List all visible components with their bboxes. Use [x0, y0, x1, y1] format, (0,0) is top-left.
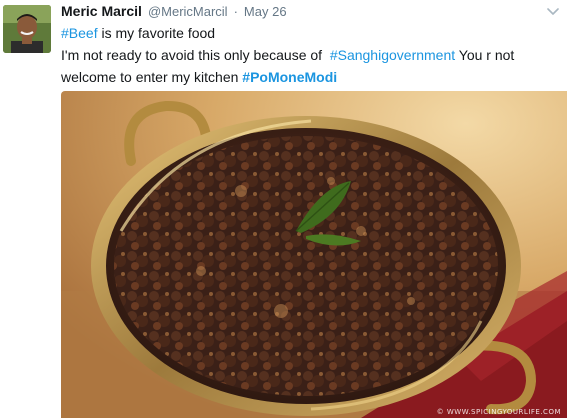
- hashtag-pomonemodi[interactable]: #PoMoneModi: [242, 69, 337, 85]
- tweet-header: Meric Marcil @MericMarcil · May 26: [61, 3, 287, 21]
- text-fragment: welcome to enter my kitchen: [61, 69, 243, 85]
- tweet-timestamp[interactable]: May 26: [244, 4, 287, 19]
- tweet-card: Meric Marcil @MericMarcil · May 26 #Beef…: [0, 0, 567, 418]
- text-fragment: is my favorite food: [97, 25, 216, 41]
- author-handle[interactable]: @MericMarcil: [148, 4, 228, 19]
- tweet-media-image[interactable]: © WWW.SPICINGYOURLIFE.COM: [61, 91, 567, 418]
- hashtag-sanghigovernment[interactable]: #Sanghigovernment: [330, 47, 455, 63]
- text-fragment: You r not: [455, 47, 515, 63]
- author-name[interactable]: Meric Marcil: [61, 3, 142, 19]
- tweet-text-line-3: welcome to enter my kitchen #PoMoneModi: [61, 66, 541, 88]
- tweet-text: #Beef is my favorite food I'm not ready …: [61, 22, 541, 88]
- food-photo: [61, 91, 567, 418]
- avatar[interactable]: [3, 5, 51, 53]
- chevron-down-icon[interactable]: [547, 4, 559, 15]
- text-fragment: I'm not ready to avoid this only because…: [61, 47, 330, 63]
- image-watermark: © WWW.SPICINGYOURLIFE.COM: [436, 408, 561, 416]
- tweet-text-line-2: I'm not ready to avoid this only because…: [61, 44, 541, 66]
- separator-dot: ·: [233, 4, 238, 19]
- tweet-text-line-1: #Beef is my favorite food: [61, 22, 541, 44]
- hashtag-beef[interactable]: #Beef: [61, 25, 98, 41]
